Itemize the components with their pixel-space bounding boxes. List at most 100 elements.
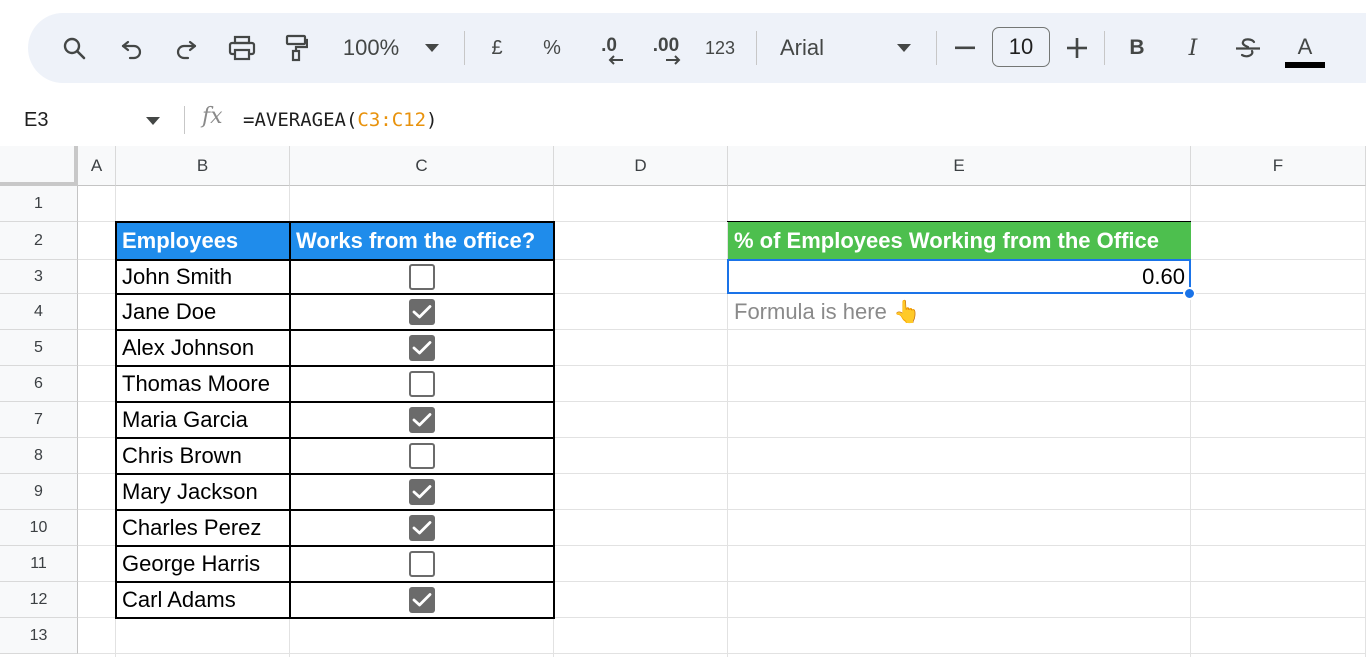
text-color-button[interactable]: A xyxy=(1284,13,1326,83)
zoom-select[interactable]: 100% xyxy=(336,13,406,83)
checkbox-cell[interactable] xyxy=(290,474,554,510)
table-border xyxy=(115,221,117,618)
employee-name-cell[interactable]: Thomas Moore xyxy=(116,366,290,402)
toolbar-divider xyxy=(1104,31,1105,65)
checkbox-cell[interactable] xyxy=(290,546,554,582)
result-value-cell[interactable]: 0.60 xyxy=(728,260,1191,294)
row-header-10[interactable]: 10 xyxy=(0,510,78,546)
formula-input[interactable]: =AVERAGEA(C3:C12) xyxy=(243,96,437,144)
checkbox-cell[interactable] xyxy=(290,330,554,366)
toolbar-divider xyxy=(756,31,757,65)
row-header-11[interactable]: 11 xyxy=(0,546,78,582)
checkbox-checked[interactable] xyxy=(409,407,435,433)
checkbox-unchecked[interactable] xyxy=(409,371,435,397)
checkmark-icon xyxy=(412,521,432,535)
font-size-input[interactable]: 10 xyxy=(992,27,1050,67)
print-icon xyxy=(228,35,256,61)
checkbox-unchecked[interactable] xyxy=(409,551,435,577)
checkbox-checked[interactable] xyxy=(409,299,435,325)
font-family-select[interactable]: Arial xyxy=(780,13,880,83)
currency-format-button[interactable]: £ xyxy=(484,13,510,83)
bold-button[interactable]: B xyxy=(1122,13,1152,83)
checkbox-checked[interactable] xyxy=(409,587,435,613)
increase-decimal-button[interactable]: .00 xyxy=(646,13,686,83)
row-header-5[interactable]: 5 xyxy=(0,330,78,366)
result-header[interactable]: % of Employees Working from the Office xyxy=(728,222,1191,260)
table-border xyxy=(115,437,555,439)
decrease-font-size-button[interactable] xyxy=(952,13,978,83)
row-header-7[interactable]: 7 xyxy=(0,402,78,438)
row-header-8[interactable]: 8 xyxy=(0,438,78,474)
column-header-c[interactable]: C xyxy=(290,146,554,186)
row-header-3[interactable]: 3 xyxy=(0,260,78,294)
formula-bar: E3 fx =AVERAGEA(C3:C12) xyxy=(0,96,1366,144)
employee-name-cell[interactable]: George Harris xyxy=(116,546,290,582)
table-border xyxy=(115,509,555,511)
select-all-corner[interactable] xyxy=(0,146,78,186)
font-dropdown-button[interactable] xyxy=(894,13,914,83)
employee-name-cell[interactable]: Chris Brown xyxy=(116,438,290,474)
print-button[interactable] xyxy=(224,13,260,83)
formula-bar-divider xyxy=(184,106,185,134)
table-border xyxy=(115,617,555,619)
checkmark-icon xyxy=(412,341,432,355)
employee-name-cell[interactable]: Maria Garcia xyxy=(116,402,290,438)
checkbox-unchecked[interactable] xyxy=(409,264,435,290)
toolbar-divider xyxy=(464,31,465,65)
table-border xyxy=(115,365,555,367)
column-header-b[interactable]: B xyxy=(116,146,290,186)
column-header-f[interactable]: F xyxy=(1191,146,1366,186)
formula-note-cell[interactable]: Formula is here 👆 xyxy=(728,294,1191,330)
employee-name-cell[interactable]: Charles Perez xyxy=(116,510,290,546)
checkbox-cell[interactable] xyxy=(290,510,554,546)
checkbox-cell[interactable] xyxy=(290,366,554,402)
checkbox-cell[interactable] xyxy=(290,582,554,618)
zoom-dropdown-button[interactable] xyxy=(422,13,442,83)
employee-name-cell[interactable]: Alex Johnson xyxy=(116,330,290,366)
employee-name-cell[interactable]: Carl Adams xyxy=(116,582,290,618)
row-header-12[interactable]: 12 xyxy=(0,582,78,618)
employee-name-cell[interactable]: Jane Doe xyxy=(116,294,290,330)
name-box-dropdown-button[interactable] xyxy=(146,112,160,130)
row-header-1[interactable]: 1 xyxy=(0,186,78,222)
employee-name-cell[interactable]: John Smith xyxy=(116,260,290,294)
header-works-from-office[interactable]: Works from the office? xyxy=(290,222,554,260)
checkbox-cell[interactable] xyxy=(290,294,554,330)
spreadsheet-app: 100% £ % .0 .00 123 Arial 10 B I A E3 fx… xyxy=(0,0,1366,657)
minus-icon xyxy=(955,46,975,50)
strikethrough-button[interactable] xyxy=(1232,13,1264,83)
decrease-decimal-button[interactable]: .0 xyxy=(590,13,628,83)
checkbox-unchecked[interactable] xyxy=(409,443,435,469)
paint-format-button[interactable] xyxy=(278,13,314,83)
checkbox-checked[interactable] xyxy=(409,335,435,361)
header-employees[interactable]: Employees xyxy=(116,222,290,260)
increase-font-size-button[interactable] xyxy=(1064,13,1090,83)
row-header-6[interactable]: 6 xyxy=(0,366,78,402)
fill-handle[interactable] xyxy=(1183,287,1196,300)
redo-button[interactable] xyxy=(168,13,204,83)
employee-name-cell[interactable]: Mary Jackson xyxy=(116,474,290,510)
checkbox-cell[interactable] xyxy=(290,438,554,474)
search-menus-button[interactable] xyxy=(56,13,92,83)
row-header-2[interactable]: 2 xyxy=(0,222,78,260)
redo-icon xyxy=(176,40,197,60)
row-header-4[interactable]: 4 xyxy=(0,294,78,330)
column-header-a[interactable]: A xyxy=(78,146,116,186)
strikethrough-icon xyxy=(1236,38,1260,58)
formula-range-ref: C3:C12 xyxy=(357,109,427,131)
name-box[interactable]: E3 xyxy=(24,96,48,144)
row-header-13[interactable]: 13 xyxy=(0,618,78,654)
percent-format-button[interactable]: % xyxy=(538,13,566,83)
checkbox-checked[interactable] xyxy=(409,515,435,541)
checkbox-checked[interactable] xyxy=(409,479,435,505)
italic-button[interactable]: I xyxy=(1178,13,1208,83)
table-border xyxy=(115,581,555,583)
checkbox-cell[interactable] xyxy=(290,260,554,294)
text-color-swatch xyxy=(1285,62,1325,68)
column-header-e[interactable]: E xyxy=(728,146,1191,186)
column-header-d[interactable]: D xyxy=(554,146,728,186)
undo-button[interactable] xyxy=(114,13,150,83)
checkbox-cell[interactable] xyxy=(290,402,554,438)
row-header-9[interactable]: 9 xyxy=(0,474,78,510)
more-formats-button[interactable]: 123 xyxy=(700,13,740,83)
